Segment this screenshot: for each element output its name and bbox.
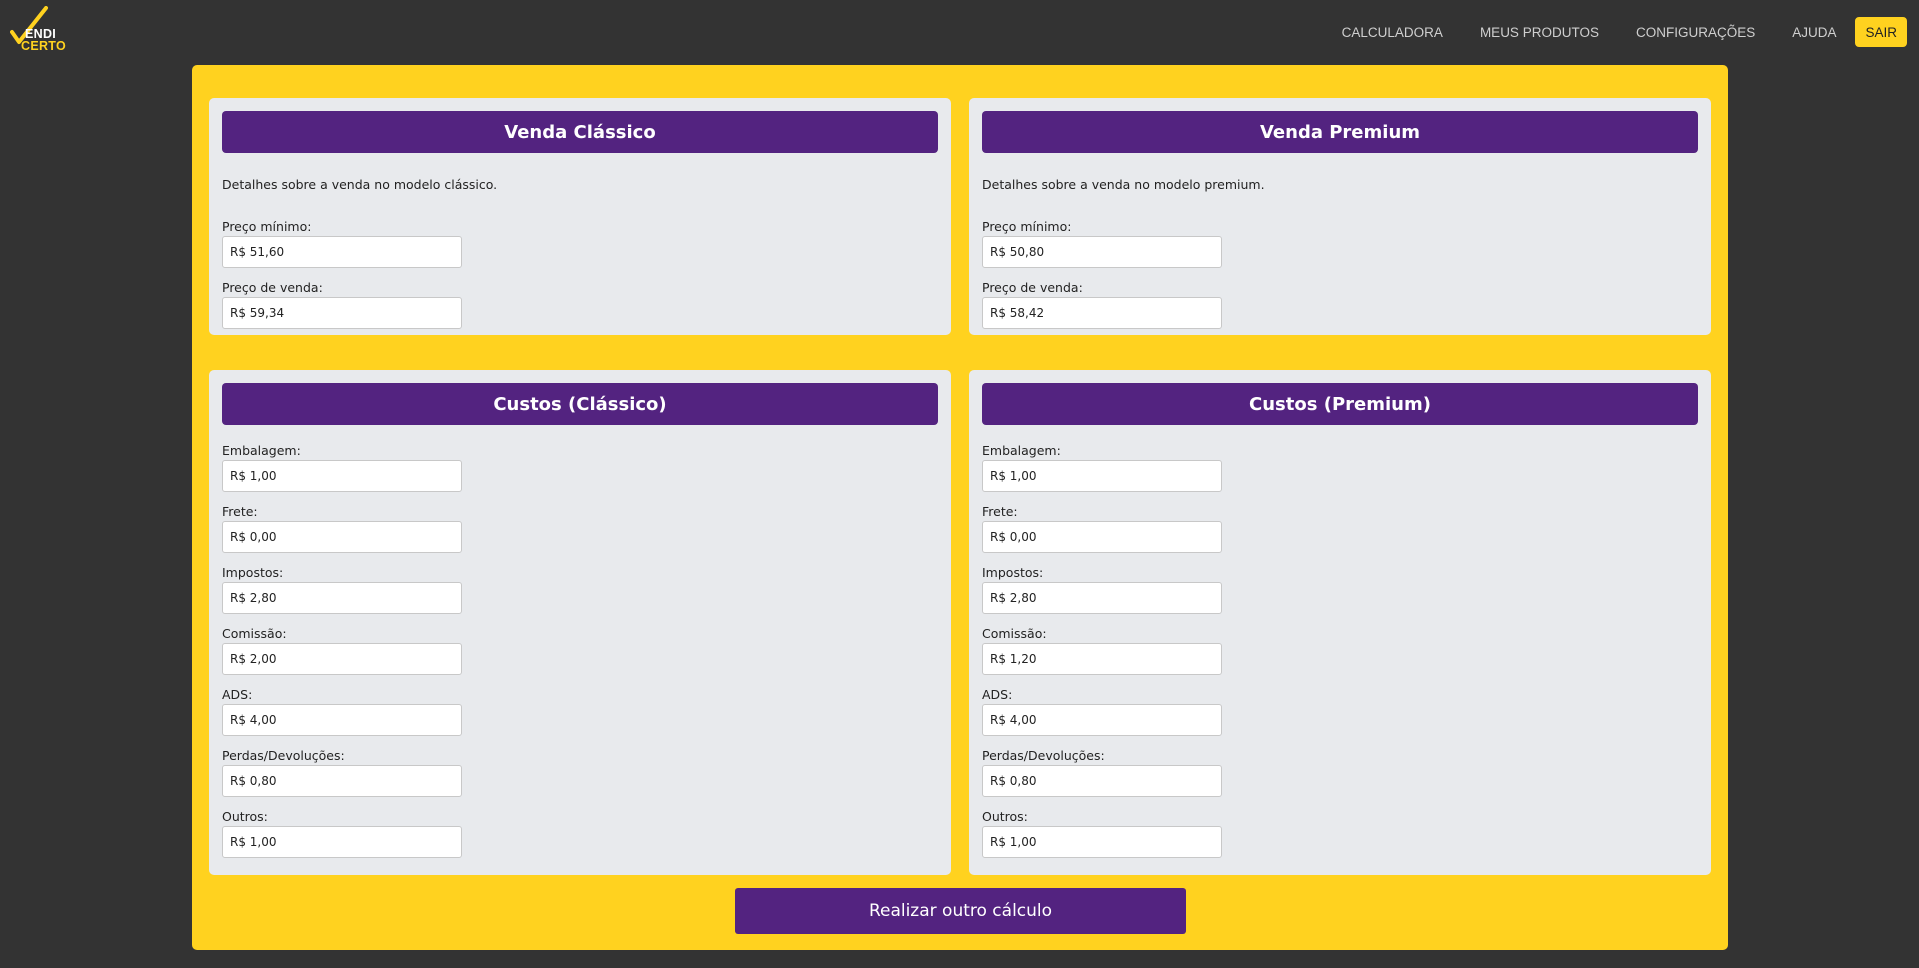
preco-venda-label: Preço de venda: <box>222 280 323 295</box>
perdas-devolucoes-label: Perdas/Devoluções: <box>222 748 345 763</box>
outros-classico-input[interactable] <box>222 826 462 858</box>
ads-label: ADS: <box>222 687 253 702</box>
comissao-label: Comissão: <box>982 626 1047 641</box>
impostos-label: Impostos: <box>982 565 1044 580</box>
outros-label: Outros: <box>982 809 1028 824</box>
venda-premium-description: Detalhes sobre a venda no modelo premium… <box>982 177 1265 192</box>
outros-label: Outros: <box>222 809 268 824</box>
venda-classico-card: Venda Clássico Detalhes sobre a venda no… <box>209 98 951 335</box>
comissao-label: Comissão: <box>222 626 287 641</box>
ads-label: ADS: <box>982 687 1013 702</box>
top-navbar: ENDI CERTO CALCULADORA MEUS PRODUTOS CON… <box>0 0 1919 64</box>
vendi-certo-logo[interactable]: ENDI CERTO <box>10 6 72 58</box>
frete-label: Frete: <box>982 504 1018 519</box>
impostos-classico-input[interactable] <box>222 582 462 614</box>
embalagem-classico-input[interactable] <box>222 460 462 492</box>
logout-button[interactable]: SAIR <box>1855 17 1907 47</box>
embalagem-label: Embalagem: <box>982 443 1061 458</box>
realizar-outro-calculo-button[interactable]: Realizar outro cálculo <box>735 888 1186 934</box>
preco-minimo-premium-input[interactable] <box>982 236 1222 268</box>
custos-classico-title: Custos (Clássico) <box>222 383 938 425</box>
preco-minimo-label: Preço mínimo: <box>982 219 1072 234</box>
perdas-devolucoes-premium-input[interactable] <box>982 765 1222 797</box>
perdas-devolucoes-classico-input[interactable] <box>222 765 462 797</box>
preco-minimo-label: Preço mínimo: <box>222 219 312 234</box>
embalagem-premium-input[interactable] <box>982 460 1222 492</box>
impostos-label: Impostos: <box>222 565 284 580</box>
custos-classico-card: Custos (Clássico) Embalagem: Frete: Impo… <box>209 370 951 875</box>
preco-minimo-classico-input[interactable] <box>222 236 462 268</box>
results-container: Venda Clássico Detalhes sobre a venda no… <box>192 65 1728 950</box>
preco-venda-premium-input[interactable] <box>982 297 1222 329</box>
nav-configuracoes[interactable]: CONFIGURAÇÕES <box>1636 25 1755 40</box>
preco-venda-classico-input[interactable] <box>222 297 462 329</box>
custos-premium-title: Custos (Premium) <box>982 383 1698 425</box>
ads-premium-input[interactable] <box>982 704 1222 736</box>
frete-premium-input[interactable] <box>982 521 1222 553</box>
venda-classico-title: Venda Clássico <box>222 111 938 153</box>
logo-text: ENDI CERTO <box>21 28 67 53</box>
preco-venda-label: Preço de venda: <box>982 280 1083 295</box>
venda-classico-description: Detalhes sobre a venda no modelo clássic… <box>222 177 498 192</box>
nav-calculadora[interactable]: CALCULADORA <box>1342 25 1443 40</box>
impostos-premium-input[interactable] <box>982 582 1222 614</box>
venda-premium-card: Venda Premium Detalhes sobre a venda no … <box>969 98 1711 335</box>
ads-classico-input[interactable] <box>222 704 462 736</box>
embalagem-label: Embalagem: <box>222 443 301 458</box>
custos-premium-card: Custos (Premium) Embalagem: Frete: Impos… <box>969 370 1711 875</box>
logo-text-line2: CERTO <box>21 39 67 53</box>
main-nav: CALCULADORA MEUS PRODUTOS CONFIGURAÇÕES … <box>1342 17 1907 47</box>
comissao-classico-input[interactable] <box>222 643 462 675</box>
outros-premium-input[interactable] <box>982 826 1222 858</box>
nav-meus-produtos[interactable]: MEUS PRODUTOS <box>1480 25 1599 40</box>
frete-classico-input[interactable] <box>222 521 462 553</box>
venda-premium-title: Venda Premium <box>982 111 1698 153</box>
perdas-devolucoes-label: Perdas/Devoluções: <box>982 748 1105 763</box>
comissao-premium-input[interactable] <box>982 643 1222 675</box>
nav-ajuda[interactable]: AJUDA <box>1792 25 1836 40</box>
frete-label: Frete: <box>222 504 258 519</box>
